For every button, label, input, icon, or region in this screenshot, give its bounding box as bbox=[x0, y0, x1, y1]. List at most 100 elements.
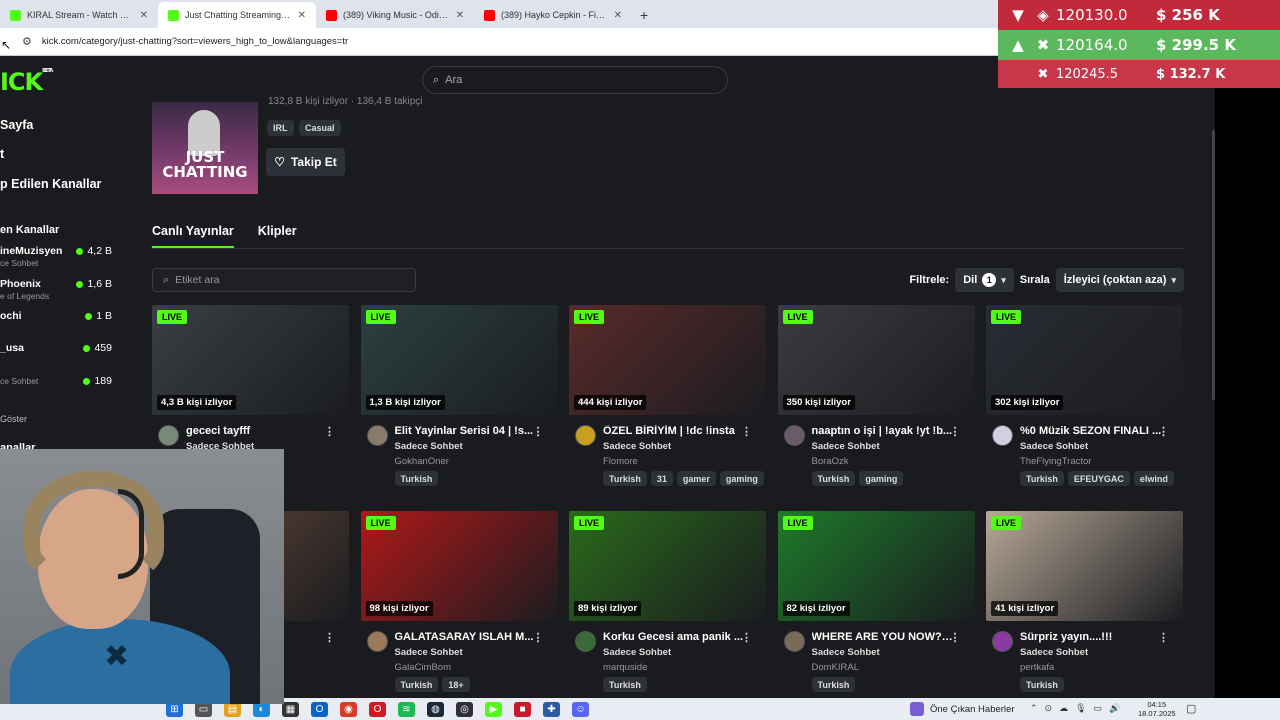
sidebar-nav-browse[interactable]: t bbox=[0, 147, 4, 161]
stream-tag[interactable]: EFEUYGAC bbox=[1067, 471, 1130, 486]
channel-name[interactable]: GalaCimBom bbox=[395, 662, 452, 673]
more-options-icon[interactable]: ⋮ bbox=[1158, 425, 1169, 438]
sidebar-channel-item[interactable]: _usa 459 bbox=[0, 342, 112, 355]
steam-icon[interactable]: ◍ bbox=[427, 701, 444, 717]
stream-thumbnail[interactable]: LIVE 302 kişi izliyor bbox=[986, 305, 1183, 415]
battery-icon[interactable]: ▭ bbox=[1094, 703, 1103, 714]
stream-category[interactable]: Sadece Sohbet bbox=[812, 647, 880, 658]
stream-category[interactable]: Sadece Sohbet bbox=[812, 441, 880, 452]
stream-tag[interactable]: Turkish bbox=[603, 677, 647, 692]
stream-card[interactable]: LIVE 1,3 B kişi izliyor Elit Yayinlar Seri… bbox=[360, 305, 558, 486]
show-more-link[interactable]: Göster bbox=[0, 414, 27, 424]
opera-icon[interactable]: O bbox=[369, 701, 386, 717]
url-text[interactable]: kick.com/category/just-chatting?sort=vie… bbox=[42, 36, 348, 47]
outlook-icon[interactable]: O bbox=[311, 701, 328, 717]
tag-search-input[interactable]: ⌕ Etiket ara bbox=[152, 268, 416, 292]
stream-card[interactable]: LIVE 350 kişi izliyor naaptın o işi | !aya… bbox=[777, 305, 975, 486]
stream-tag[interactable]: gamer bbox=[676, 471, 716, 486]
chevron-up-icon[interactable]: ⌃ bbox=[1030, 703, 1038, 714]
stream-tag[interactable]: Turkish bbox=[394, 677, 439, 692]
browser-tab[interactable]: (389) Viking Music - Odin Hear ✕ bbox=[316, 2, 474, 28]
kick-logo[interactable]: ICKBETA bbox=[0, 68, 53, 96]
obs-icon[interactable]: ◎ bbox=[456, 701, 473, 717]
category-tag[interactable]: IRL bbox=[267, 120, 294, 136]
stream-card[interactable]: LIVE 82 kişi izliyor WHERE ARE YOU NOW??? S… bbox=[777, 511, 975, 692]
new-tab-button[interactable]: + bbox=[632, 2, 656, 28]
avatar[interactable] bbox=[783, 631, 805, 652]
channel-name[interactable]: TheFlyingTractor bbox=[1020, 456, 1091, 467]
stream-tag[interactable]: gaming bbox=[859, 471, 904, 486]
close-icon[interactable]: ✕ bbox=[298, 10, 306, 21]
stream-category[interactable]: Sadece Sohbet bbox=[603, 441, 671, 452]
news-widget[interactable]: Öne Çıkan Haberler bbox=[910, 702, 1014, 716]
stream-tag[interactable]: Turkish bbox=[811, 677, 856, 692]
stream-title[interactable]: Korku Gecesi ama panik ... bbox=[603, 631, 745, 643]
stream-category[interactable]: Sadece Sohbet bbox=[1020, 441, 1088, 452]
stream-thumbnail[interactable]: LIVE 98 kişi izliyor bbox=[360, 511, 558, 621]
speaker-icon[interactable]: 🔊 bbox=[1109, 703, 1120, 714]
stream-title[interactable]: gececi tayfff bbox=[186, 425, 328, 437]
avatar[interactable] bbox=[992, 425, 1013, 446]
sidebar-nav-following[interactable]: p Edilen Kanallar bbox=[0, 177, 101, 191]
close-icon[interactable]: ✕ bbox=[456, 10, 464, 21]
stream-thumbnail[interactable]: LIVE 350 kişi izliyor bbox=[777, 305, 975, 415]
follow-button[interactable]: ♡ Takip Et bbox=[266, 148, 345, 176]
stream-card[interactable]: LIVE 89 kişi izliyor Korku Gecesi ama pani… bbox=[569, 511, 766, 692]
channel-name[interactable]: Flomore bbox=[603, 456, 638, 467]
stream-thumbnail[interactable]: LIVE 89 kişi izliyor bbox=[569, 511, 766, 621]
stream-card[interactable]: LIVE 444 kişi izliyor ÖZEL BİRİYİM | !dc !… bbox=[569, 305, 766, 486]
avatar[interactable] bbox=[575, 425, 596, 446]
browser-tab[interactable]: Just Chatting Streaming - Live ✕ bbox=[158, 2, 316, 28]
language-filter-button[interactable]: Dil 1 ▾ bbox=[955, 268, 1014, 292]
cloud-icon[interactable]: ☁ bbox=[1059, 703, 1068, 714]
stream-thumbnail[interactable]: LIVE 4,3 B kişi izliyor bbox=[152, 305, 349, 415]
stream-category[interactable]: Sadece Sohbet bbox=[1020, 647, 1088, 658]
tab-live[interactable]: Canlı Yayınlar bbox=[152, 224, 234, 248]
avatar[interactable] bbox=[366, 631, 388, 652]
more-options-icon[interactable]: ⋮ bbox=[533, 631, 544, 644]
system-tray[interactable]: ⌃ ⊙ ☁ 🎙 ▭ 🔊 bbox=[1030, 703, 1120, 714]
channel-name[interactable]: pertkafa bbox=[1020, 662, 1054, 673]
sort-dropdown[interactable]: İzleyici (çoktan aza) ▾ bbox=[1055, 268, 1184, 292]
stream-tag[interactable]: Turkish bbox=[394, 471, 439, 486]
stream-tag[interactable]: Turkish bbox=[603, 471, 647, 486]
kick-app-icon[interactable]: ▶ bbox=[485, 701, 502, 717]
stream-tag[interactable]: Turkish bbox=[1020, 471, 1064, 486]
browser-tab[interactable]: KIRAL Stream - Watch Live ✕ bbox=[0, 2, 158, 28]
stream-thumbnail[interactable]: LIVE 444 kişi izliyor bbox=[569, 305, 766, 415]
notification-icon[interactable]: ▢ bbox=[1186, 702, 1196, 715]
stream-title[interactable]: Elit Yayinlar Serisi 04 | !s... bbox=[395, 425, 537, 437]
more-options-icon[interactable]: ⋮ bbox=[741, 631, 752, 644]
avatar[interactable] bbox=[992, 631, 1013, 652]
more-options-icon[interactable]: ⋮ bbox=[950, 631, 961, 644]
stream-thumbnail[interactable]: LIVE 1,3 B kişi izliyor bbox=[360, 305, 558, 415]
stream-title[interactable]: naaptın o işi | !ayak !yt !b... bbox=[812, 425, 954, 437]
sidebar-channel-item[interactable]: ineMuzisyen ce Sohbet 4,2 B bbox=[0, 245, 112, 268]
discord-icon[interactable]: ☺ bbox=[572, 701, 589, 717]
more-options-icon[interactable]: ⋮ bbox=[741, 425, 752, 438]
network-icon[interactable]: ⊙ bbox=[1045, 703, 1053, 714]
close-icon[interactable]: ✕ bbox=[614, 10, 622, 21]
more-options-icon[interactable]: ⋮ bbox=[533, 425, 544, 438]
stream-category[interactable]: Sadece Sohbet bbox=[395, 441, 463, 452]
stream-tag[interactable]: Turkish bbox=[811, 471, 856, 486]
stream-card[interactable]: LIVE 98 kişi izliyor GALATASARAY ISLAH M..… bbox=[360, 511, 558, 692]
more-options-icon[interactable]: ⋮ bbox=[1158, 631, 1169, 644]
channel-name[interactable]: marquside bbox=[603, 662, 647, 673]
microphone-icon[interactable]: 🎙 bbox=[1075, 703, 1086, 714]
stream-title[interactable]: WHERE ARE YOU NOW??? bbox=[812, 631, 954, 643]
stream-tag[interactable]: elwind bbox=[1133, 471, 1174, 486]
category-tag[interactable]: Casual bbox=[299, 120, 341, 136]
sidebar-channel-item[interactable]: ce Sohbet 189 bbox=[0, 375, 112, 387]
stream-title[interactable]: %0 Müzik SEZON FINALI ... bbox=[1020, 425, 1162, 437]
store-icon[interactable]: ▦ bbox=[282, 701, 299, 717]
search-input[interactable]: ⌕ Ara bbox=[422, 66, 728, 94]
clock[interactable]: 04:15 18.07.2025 bbox=[1138, 700, 1176, 718]
stream-thumbnail[interactable]: LIVE 82 kişi izliyor bbox=[777, 511, 975, 621]
channel-name[interactable]: BoraOzk bbox=[812, 456, 849, 467]
avatar[interactable] bbox=[366, 425, 388, 446]
tab-clips[interactable]: Klipler bbox=[258, 224, 297, 248]
app-icon[interactable]: ■ bbox=[514, 701, 531, 717]
close-icon[interactable]: ✕ bbox=[140, 10, 148, 21]
app-icon[interactable]: ✚ bbox=[543, 701, 560, 717]
